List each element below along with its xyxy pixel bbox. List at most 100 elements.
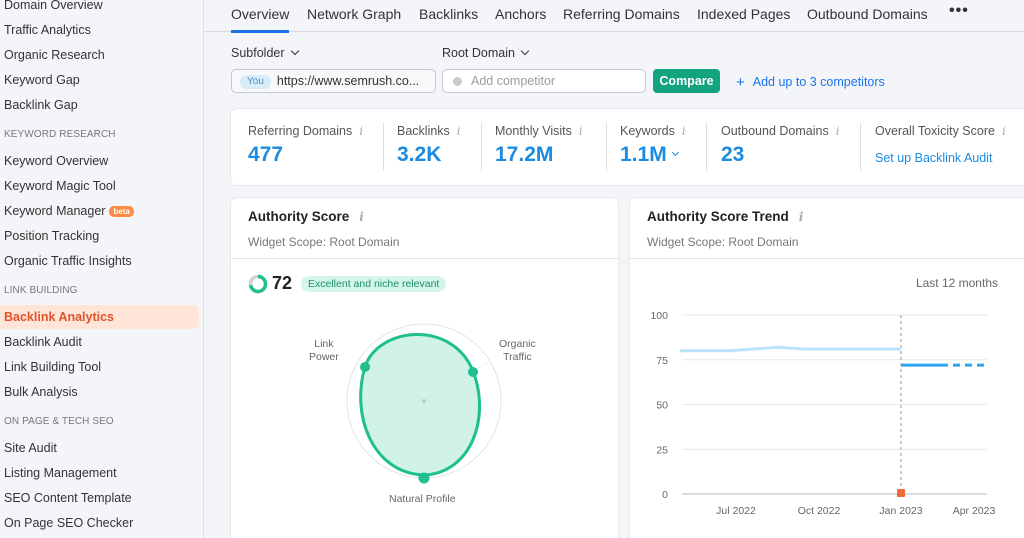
radar-point-organic-traffic[interactable] [468,367,478,377]
competitor-scope-dropdown[interactable]: Root Domain [442,46,530,60]
sidebar-item-label: Listing Management [4,466,117,480]
x-tick-label: Jan 2023 [879,505,922,517]
sidebar-item-link-building-tool[interactable]: Link Building Tool [0,355,199,379]
y-tick-label: 100 [650,310,668,322]
metric-label: Referring Domains [248,124,353,138]
info-icon[interactable]: i [359,210,364,224]
sidebar-item-label: Domain Overview [4,0,103,12]
sidebar-item-bulk-analysis[interactable]: Bulk Analysis [0,380,199,404]
widget-title: Authority Score Trend i [647,209,803,224]
sidebar-item-label: Backlink Gap [4,98,78,112]
divider [481,123,482,171]
sidebar-item-keyword-magic-tool[interactable]: Keyword Magic Tool [0,174,199,198]
widget-title-text: Authority Score Trend [647,209,789,224]
y-tick-label: 25 [656,444,668,456]
setup-backlink-audit-link[interactable]: Set up Backlink Audit [875,151,1006,165]
radar-point-natural-profile[interactable] [418,472,430,484]
sidebar-item-keyword-manager[interactable]: Keyword Manager beta [0,199,199,223]
info-icon[interactable]: i [799,210,804,224]
chevron-down-icon [671,148,679,157]
sidebar-item-position-tracking[interactable]: Position Tracking [0,224,199,248]
sidebar-item-label: On Page SEO Checker [4,516,134,530]
scope-dropdown-label: Subfolder [231,46,285,60]
more-tabs-button[interactable]: ••• [949,2,969,20]
info-icon[interactable]: i [1002,124,1006,138]
radar-shape [359,333,482,477]
sidebar-item-label: Keyword Manager [4,204,106,218]
metric-label: Backlinks [397,124,450,138]
tab-indexed-pages[interactable]: Indexed Pages [697,6,790,22]
tab-anchors[interactable]: Anchors [495,6,546,22]
period-label: Last 12 months [915,276,998,290]
sidebar-item-backlink-analytics[interactable]: Backlink Analytics [0,305,199,329]
competitor-placeholder: Add competitor [471,74,556,88]
sidebar-item-organic-traffic-insights[interactable]: Organic Traffic Insights [0,249,199,273]
widget-title-text: Authority Score [248,209,350,224]
sidebar-item-seo-content-template[interactable]: SEO Content Template [0,486,199,510]
authority-radar-chart [346,323,502,484]
widget-scope: Widget Scope: Root Domain [647,235,799,249]
authority-score-widget: Authority Score i Widget Scope: Root Doma… [231,198,618,538]
metric-value: 1.1M [620,143,667,166]
sidebar-item-keyword-overview[interactable]: Keyword Overview [0,149,199,173]
sidebar-item-organic-research[interactable]: Organic Research [0,43,199,67]
radar-label-natural-profile: Natural Profile [389,493,456,505]
you-badge: You [240,75,271,89]
tab-bar: ••• Overview Network Graph Backlinks Anchor… [205,0,1024,33]
info-icon[interactable]: i [359,124,363,138]
sidebar-item-label: Backlink Audit [4,335,82,349]
sidebar-item-label: Position Tracking [4,229,100,243]
x-tick-label: Apr 2023 [953,505,996,517]
divider [630,258,1024,259]
authority-score-value: 72 [272,273,293,293]
sidebar: Domain Overview Traffic Analytics Organic … [0,0,204,538]
tab-referring-domains[interactable]: Referring Domains [563,6,680,22]
sidebar-item-on-page-seo-checker[interactable]: On Page SEO Checker [0,511,199,535]
radar-point-link-power[interactable] [360,362,370,372]
tab-network-graph[interactable]: Network Graph [307,6,401,22]
score-donut-icon [248,274,268,294]
sidebar-item-listing-management[interactable]: Listing Management [0,461,199,485]
info-icon[interactable]: i [579,124,583,138]
compare-button[interactable]: Compare [653,69,720,93]
info-icon[interactable]: i [836,124,840,138]
metric-value[interactable]: 477 [248,143,363,167]
metric-label: Monthly Visits [495,124,572,138]
tab-outbound-domains[interactable]: Outbound Domains [807,6,928,22]
metric-label: Overall Toxicity Score [875,124,995,138]
sidebar-item-site-audit[interactable]: Site Audit [0,436,199,460]
sidebar-item-keyword-gap[interactable]: Keyword Gap [0,68,199,92]
sidebar-item-label: Traffic Analytics [4,23,91,37]
metric-label: Outbound Domains [721,124,829,138]
sidebar-item-label: Bulk Analysis [4,385,78,399]
metric-toxicity-score: Overall Toxicity Score i Set up Backlink … [875,124,1006,165]
flag-marker-icon[interactable] [897,489,905,497]
sidebar-item-backlink-audit[interactable]: Backlink Audit [0,330,199,354]
sidebar-item-backlink-gap[interactable]: Backlink Gap [0,93,199,117]
widget-scope: Widget Scope: Root Domain [248,235,400,249]
keywords-value-dropdown[interactable]: 1.1M [620,143,686,167]
radar-label-line: Traffic [503,351,532,363]
info-icon[interactable]: i [457,124,461,138]
domain-input[interactable]: You https://www.semrush.co... [231,69,436,93]
competitor-input[interactable]: Add competitor [442,69,646,93]
score-rating-badge: Excellent and niche relevant [301,276,447,292]
add-competitors-label: Add up to 3 competitors [752,75,885,89]
tab-overview[interactable]: Overview [231,6,290,33]
info-icon[interactable]: i [682,124,686,138]
metric-value[interactable]: 3.2K [397,143,461,167]
add-competitors-link[interactable]: + Add up to 3 competitors [736,74,885,91]
sidebar-item-domain-overview[interactable]: Domain Overview [0,0,199,17]
metric-referring-domains: Referring Domains i 477 [248,124,363,167]
chevron-down-icon [290,46,299,56]
metric-value[interactable]: 17.2M [495,143,583,167]
sidebar-item-label: Backlink Analytics [4,310,115,324]
scope-dropdown[interactable]: Subfolder [231,46,299,60]
tab-backlinks[interactable]: Backlinks [419,6,478,22]
metric-outbound-domains: Outbound Domains i 23 [721,124,840,167]
sidebar-item-traffic-analytics[interactable]: Traffic Analytics [0,18,199,42]
x-tick-label: Oct 2022 [798,505,841,517]
y-tick-label: 0 [662,489,668,501]
beta-badge: beta [109,206,134,217]
metric-value[interactable]: 23 [721,143,840,167]
